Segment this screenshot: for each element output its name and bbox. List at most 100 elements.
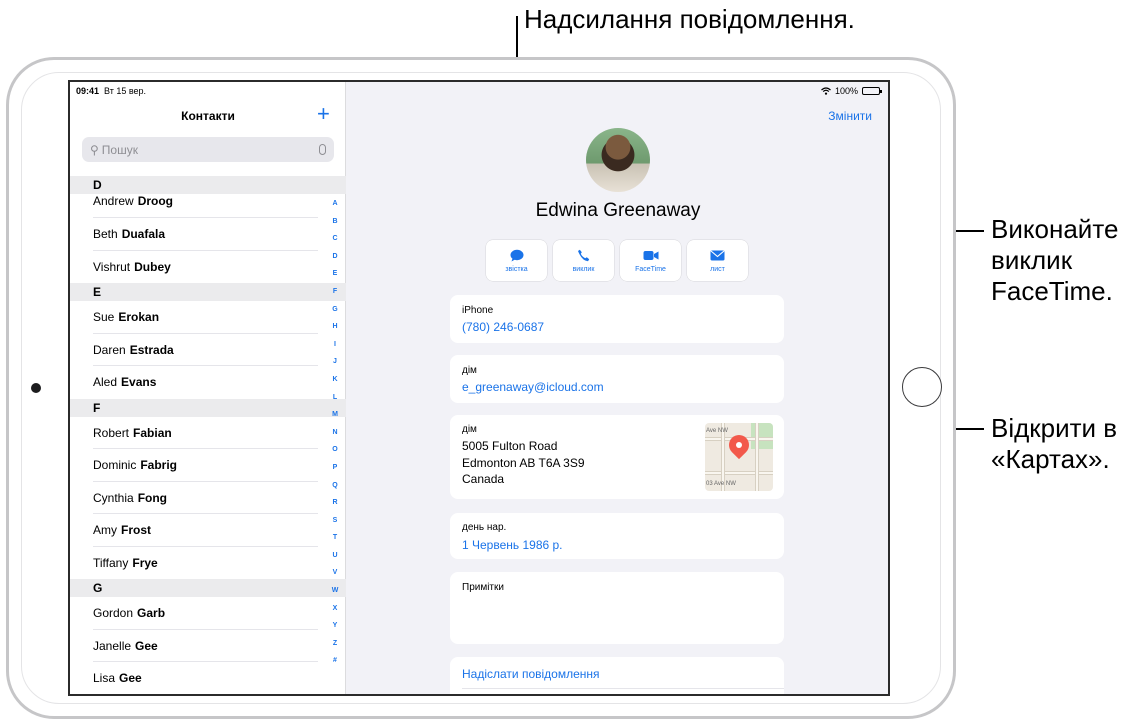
index-letter[interactable]: C <box>328 230 342 248</box>
contact-row[interactable]: Gordon Garb <box>70 597 346 630</box>
contact-first-name: Tiffany <box>93 555 129 570</box>
contact-row[interactable]: Amy Frost <box>70 514 346 547</box>
callout-facetime-line2: виклик <box>991 245 1073 275</box>
index-letter[interactable]: T <box>328 529 342 547</box>
contact-row[interactable]: Sue Erokan <box>70 301 346 334</box>
map-road <box>705 471 773 475</box>
microphone-icon[interactable] <box>319 144 326 155</box>
contact-first-name: Beth <box>93 227 118 242</box>
index-letter[interactable]: Z <box>328 635 342 653</box>
index-letter[interactable]: F <box>328 283 342 301</box>
notes-card[interactable]: Примітки <box>450 572 784 644</box>
call-button[interactable]: виклик <box>553 240 614 281</box>
callout-maps: Відкрити в «Картах». <box>991 413 1117 475</box>
add-contact-button[interactable]: + <box>317 103 330 125</box>
contact-last-name: Duafala <box>121 227 166 242</box>
home-button[interactable] <box>902 367 942 407</box>
index-letter[interactable]: S <box>328 512 342 530</box>
index-letter[interactable]: P <box>328 459 342 477</box>
contact-row[interactable]: Janelle Gee <box>70 630 346 663</box>
index-letter[interactable]: A <box>328 195 342 213</box>
index-letter[interactable]: U <box>328 547 342 565</box>
birthday-label: день нар. <box>462 522 507 533</box>
address-line3: Canada <box>462 472 505 486</box>
index-letter[interactable]: Q <box>328 477 342 495</box>
callout-facetime: Виконайте виклик FaceTime. <box>991 214 1118 307</box>
index-letter[interactable]: I <box>328 336 342 354</box>
facetime-button[interactable]: FaceTime <box>620 240 681 281</box>
mail-button[interactable]: лист <box>687 240 748 281</box>
contact-row[interactable]: Tiffany Frye <box>70 547 346 580</box>
index-letter[interactable]: R <box>328 494 342 512</box>
index-letter[interactable]: H <box>328 318 342 336</box>
contact-last-name: Frye <box>132 555 158 570</box>
phone-card[interactable]: iPhone (780) 246-0687 <box>450 295 784 343</box>
contact-first-name: Gordon <box>93 606 134 621</box>
index-letter[interactable]: N <box>328 424 342 442</box>
contact-row[interactable]: Beth Duafala <box>70 218 346 251</box>
contact-row[interactable]: Aled Evans <box>70 366 346 399</box>
contact-row[interactable]: Vishrut Dubey <box>70 251 346 284</box>
card-separator <box>462 688 784 689</box>
index-letter[interactable]: J <box>328 353 342 371</box>
index-letter[interactable]: G <box>328 301 342 319</box>
index-letter[interactable]: M <box>328 406 342 424</box>
index-letter[interactable]: W <box>328 582 342 600</box>
map-street-label: Ave NW <box>706 428 728 434</box>
contact-last-name: Fong <box>137 490 168 505</box>
message-button[interactable]: звістка <box>486 240 547 281</box>
callout-message: Надсилання повідомлення. <box>524 4 855 34</box>
phone-number[interactable]: (780) 246-0687 <box>462 320 544 334</box>
video-camera-icon <box>643 248 659 262</box>
contact-first-name: Aled <box>93 375 118 390</box>
message-button-label: звістка <box>505 266 528 273</box>
index-letter[interactable]: L <box>328 389 342 407</box>
message-bubble-icon <box>509 248 525 262</box>
map-street-label: 03 Ave NW <box>706 481 736 487</box>
callout-facetime-line3: FaceTime. <box>991 276 1113 306</box>
index-letter[interactable]: O <box>328 441 342 459</box>
contact-row[interactable]: Daren Estrada <box>70 334 346 367</box>
section-header-g: G <box>70 579 346 597</box>
section-index[interactable]: A B C D E F G H I J K L M N O P Q R S T <box>328 195 342 670</box>
index-letter[interactable]: V <box>328 564 342 582</box>
address-card[interactable]: дім 5005 Fulton Road Edmonton AB T6A 3S9… <box>450 415 784 499</box>
contact-row[interactable]: Andrew Droog <box>70 194 346 218</box>
index-letter[interactable]: D <box>328 248 342 266</box>
contact-first-name: Dominic <box>93 458 137 473</box>
index-letter[interactable]: B <box>328 213 342 231</box>
contact-row[interactable]: Lisa Gee <box>70 662 346 694</box>
contact-last-name: Evans <box>121 375 157 390</box>
index-letter[interactable]: K <box>328 371 342 389</box>
contact-last-name: Garb <box>137 606 166 621</box>
contact-row[interactable]: Dominic Fabrig <box>70 449 346 482</box>
contacts-sidebar: Контакти + ⚲ Пошук D Andrew Droog Beth Dua… <box>70 82 346 694</box>
address-line1: 5005 Fulton Road <box>462 439 558 453</box>
camera-dot <box>31 383 41 393</box>
search-field[interactable]: ⚲ Пошук <box>82 137 334 162</box>
facetime-button-label: FaceTime <box>635 266 666 273</box>
contact-row[interactable]: Robert Fabian <box>70 417 346 450</box>
map-thumbnail[interactable]: Ave NW 03 Ave NW <box>705 423 773 491</box>
notes-label: Примітки <box>462 582 504 593</box>
address-line2: Edmonton AB T6A 3S9 <box>462 455 585 470</box>
index-letter[interactable]: X <box>328 600 342 618</box>
index-letter[interactable]: Y <box>328 617 342 635</box>
screen: Контакти + ⚲ Пошук D Andrew Droog Beth Dua… <box>68 80 890 696</box>
send-message-link[interactable]: Надіслати повідомлення <box>462 667 600 681</box>
contact-first-name: Daren <box>93 342 126 357</box>
contact-last-name: Frost <box>121 523 151 538</box>
section-header-e: E <box>70 283 346 301</box>
index-letter[interactable]: E <box>328 265 342 283</box>
contact-row[interactable]: Cynthia Fong <box>70 482 346 515</box>
status-time: 09:41 <box>76 86 100 96</box>
avatar <box>586 128 650 192</box>
email-address[interactable]: e_greenaway@icloud.com <box>462 380 604 394</box>
contact-name: Edwina Greenaway <box>535 200 701 221</box>
email-card[interactable]: дім e_greenaway@icloud.com <box>450 355 784 403</box>
birthday-value: 1 Червень 1986 р. <box>462 538 563 552</box>
edit-button[interactable]: Змінити <box>828 109 872 123</box>
phone-label: iPhone <box>462 305 494 316</box>
plus-icon: + <box>317 101 330 126</box>
index-letter[interactable]: # <box>328 652 342 670</box>
